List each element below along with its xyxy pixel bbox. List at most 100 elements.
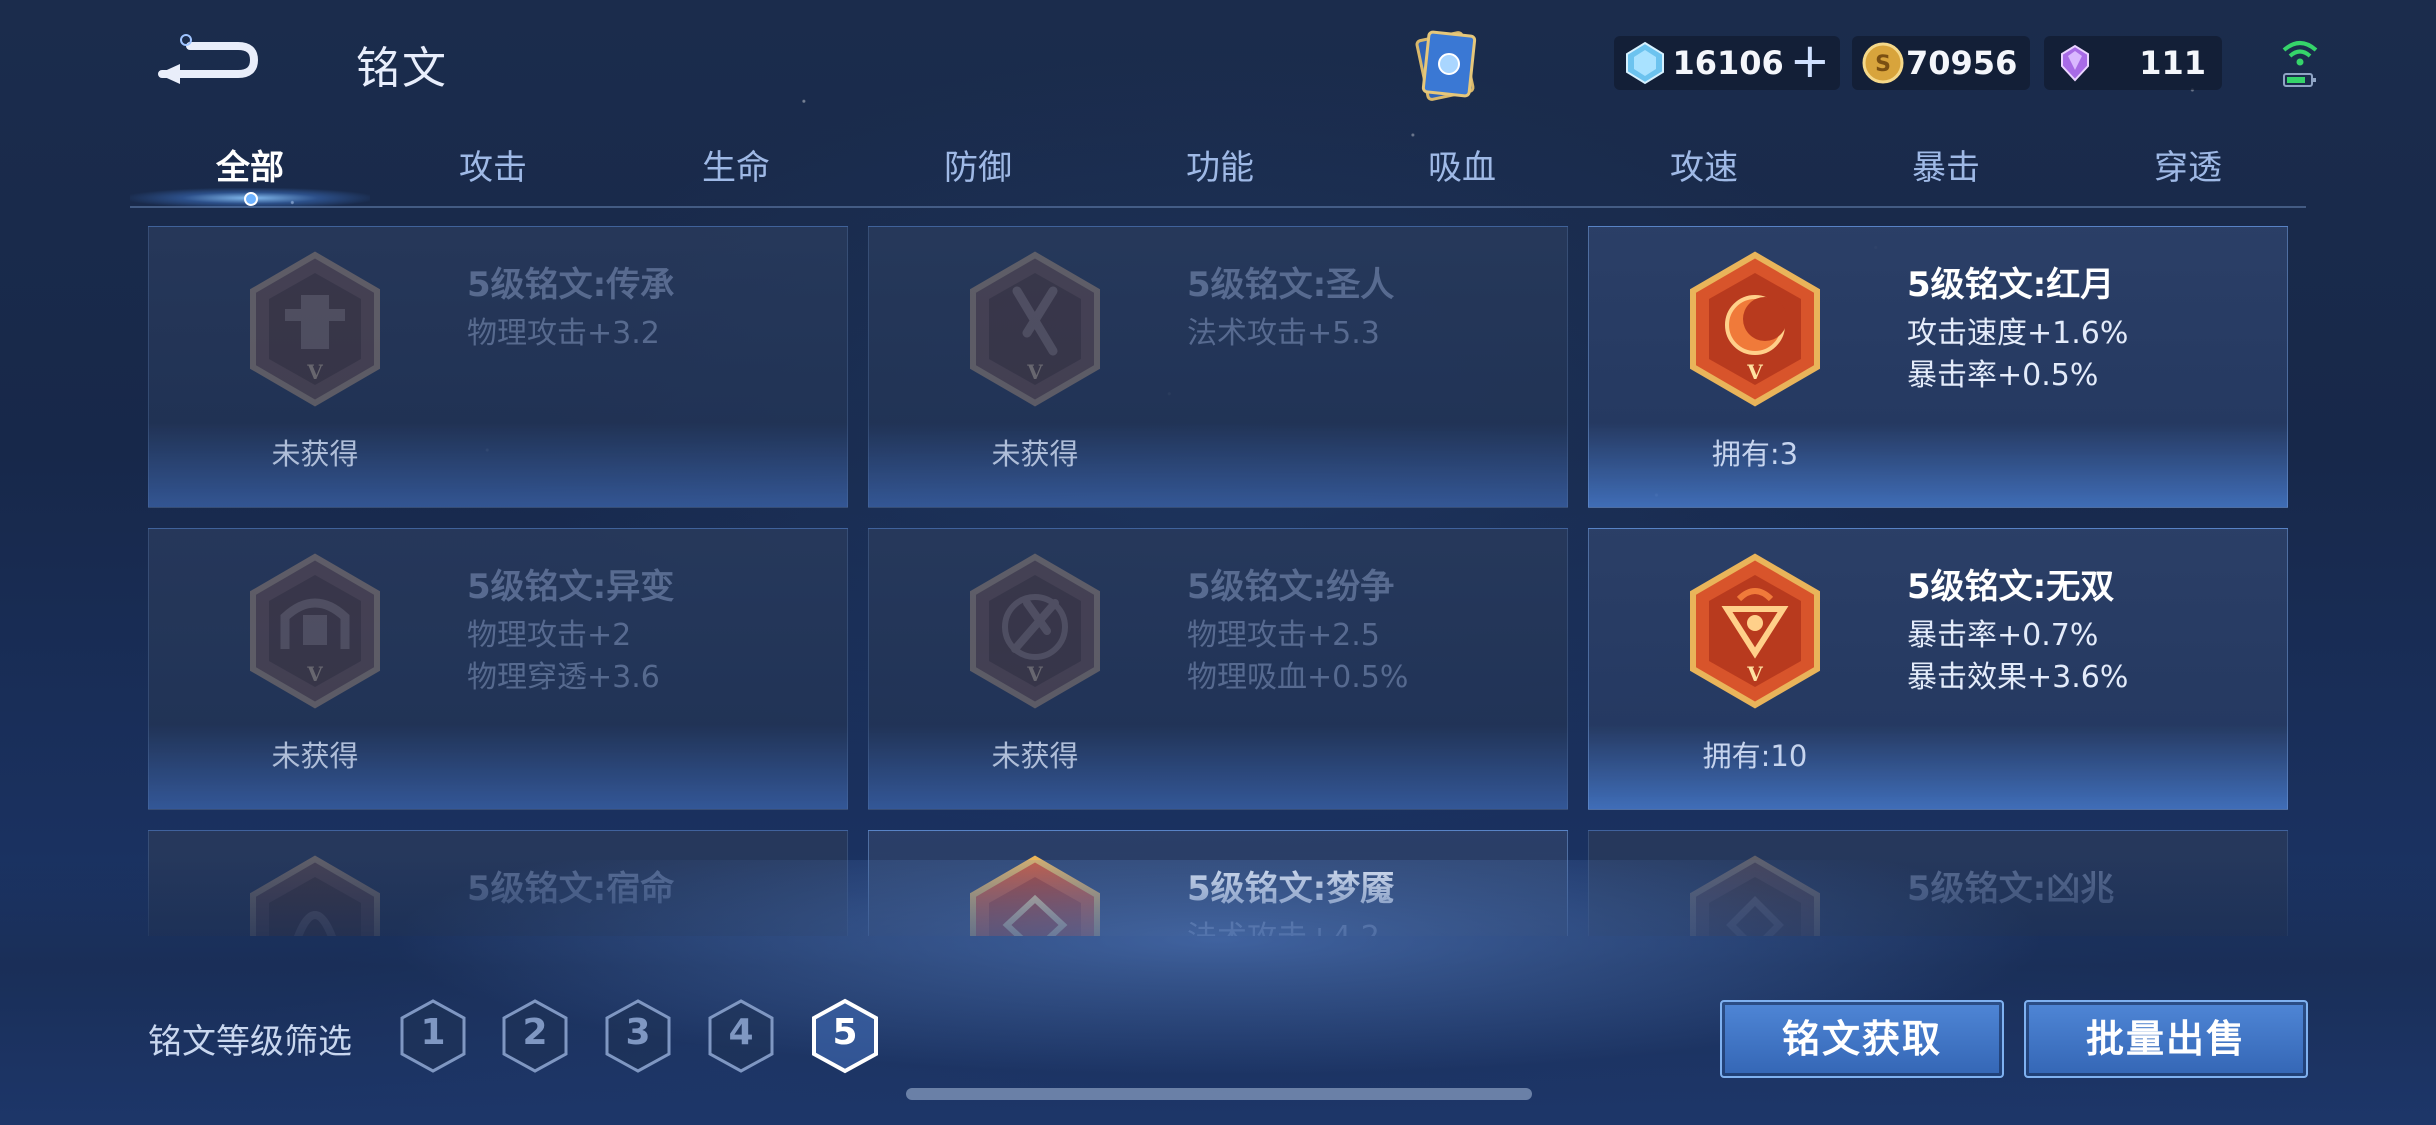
diamond-icon [1626, 41, 1664, 85]
level-filter-label: 铭文等级筛选 [148, 1022, 352, 1062]
inscription-emblem-icon [970, 855, 1100, 936]
card-name: 5级铭文:梦魇 [1187, 869, 1395, 909]
tab-health[interactable]: 生命 [636, 140, 836, 189]
inscription-grid: V 5级铭文:传承 物理攻击+3.2 未获得 V 5级铭文:圣人 法术攻击+5.… [148, 226, 2288, 936]
card-status: 未获得 [271, 437, 359, 471]
page-title: 铭文 [356, 43, 448, 94]
crystal-counter: 111 [2044, 36, 2222, 90]
card-stat: 攻击速度+1.6% [1907, 316, 2129, 351]
card-status: 未获得 [991, 739, 1079, 773]
card-name: 5级铭文:异变 [467, 567, 675, 607]
level-number: 1 [420, 1012, 446, 1053]
card-stat: 暴击效果+3.6% [1907, 660, 2129, 695]
card-name: 5级铭文:红月 [1907, 265, 2115, 305]
level-filter-1[interactable]: 1 [398, 998, 468, 1074]
card-stats: 法术攻击+4.2 [1187, 917, 1380, 936]
card-stats: 物理攻击+2.5 物理吸血+0.5% [1187, 615, 1408, 699]
back-arrow-icon [158, 34, 259, 84]
inscription-emblem-icon: V [1690, 553, 1820, 709]
tab-lifesteal[interactable]: 吸血 [1362, 140, 1562, 189]
card-name: 5级铭文:传承 [467, 265, 675, 305]
category-tabs: 全部 攻击 生命 防御 功能 吸血 攻速 暴击 穿透 [130, 130, 2306, 208]
inscription-card[interactable]: 5级铭文:宿命 [148, 830, 848, 936]
card-stat: 法术攻击+5.3 [1187, 316, 1380, 351]
inscription-card[interactable]: V 5级铭文:传承 物理攻击+3.2 未获得 [148, 226, 848, 508]
card-status: 拥有:3 [1711, 437, 1799, 471]
inscription-emblem-icon [1690, 855, 1820, 936]
tab-penetration[interactable]: 穿透 [2088, 140, 2288, 189]
level-filter-2[interactable]: 2 [500, 998, 570, 1074]
purple-gem-icon [2061, 44, 2089, 82]
inscription-card[interactable]: 5级铭文:凶兆 [1588, 830, 2288, 936]
inscription-emblem-icon: V [250, 251, 380, 407]
card-stats: 法术攻击+5.3 [1187, 313, 1380, 355]
card-name: 5级铭文:无双 [1907, 567, 2115, 607]
level-number: 5 [832, 1012, 858, 1053]
wifi-battery-icon [2282, 41, 2318, 87]
card-stats: 攻击速度+1.6% 暴击率+0.5% [1907, 313, 2128, 397]
diamond-counter: 16106 + [1614, 36, 1840, 90]
inscription-card[interactable]: V 5级铭文:无双 暴击率+0.7% 暴击效果+3.6% 拥有:10 [1588, 528, 2288, 810]
crystal-value: 111 [2139, 44, 2206, 82]
svg-text:V: V [1746, 360, 1763, 384]
tab-critical[interactable]: 暴击 [1846, 140, 2046, 189]
tab-attack-speed[interactable]: 攻速 [1604, 140, 1804, 189]
svg-text:V: V [306, 662, 323, 686]
card-stat: 物理攻击+3.2 [467, 316, 660, 351]
inscription-deck-icon[interactable] [1408, 26, 1484, 106]
svg-text:V: V [1746, 662, 1763, 686]
card-stat: 物理穿透+3.6 [467, 660, 660, 695]
svg-text:V: V [1026, 360, 1043, 384]
svg-text:S: S [1875, 52, 1891, 77]
inscription-emblem-icon: V [970, 251, 1100, 407]
card-stat: 法术攻击+4.2 [1187, 917, 1380, 936]
tab-defense[interactable]: 防御 [878, 140, 1078, 189]
card-stats: 物理攻击+2 物理穿透+3.6 [467, 615, 660, 699]
gold-coin-icon: S [1862, 42, 1904, 84]
diamond-value: 16106 [1672, 44, 1784, 82]
svg-text:V: V [1026, 662, 1043, 686]
level-filter-3[interactable]: 3 [603, 998, 673, 1074]
inscription-emblem-icon: V [1690, 251, 1820, 407]
gold-value: 70956 [1906, 44, 2018, 82]
level-number: 4 [728, 1012, 754, 1053]
gold-counter: S 70956 [1852, 36, 2030, 90]
card-status: 未获得 [271, 739, 359, 773]
inscription-card[interactable]: V 5级铭文:红月 攻击速度+1.6% 暴击率+0.5% 拥有:3 [1588, 226, 2288, 508]
card-stat: 暴击率+0.7% [1907, 618, 2099, 653]
svg-text:V: V [306, 360, 323, 384]
level-number: 3 [625, 1012, 651, 1053]
tab-all[interactable]: 全部 [150, 140, 350, 189]
inscription-emblem-icon: V [250, 553, 380, 709]
inscription-emblem-icon: V [970, 553, 1100, 709]
obtain-inscription-button[interactable]: 铭文获取 [1720, 1000, 2004, 1078]
home-indicator[interactable] [906, 1088, 1532, 1100]
inscription-card[interactable]: V 5级铭文:圣人 法术攻击+5.3 未获得 [868, 226, 1568, 508]
card-name: 5级铭文:宿命 [467, 869, 675, 909]
card-stats: 物理攻击+3.2 [467, 313, 660, 355]
inscription-card[interactable]: 5级铭文:梦魇 法术攻击+4.2 [868, 830, 1568, 936]
inscription-card[interactable]: V 5级铭文:纷争 物理攻击+2.5 物理吸血+0.5% 未获得 [868, 528, 1568, 810]
inscription-card[interactable]: V 5级铭文:异变 物理攻击+2 物理穿透+3.6 未获得 [148, 528, 848, 810]
card-status: 未获得 [991, 437, 1079, 471]
add-diamond-button[interactable]: + [1790, 37, 1830, 85]
card-name: 5级铭文:凶兆 [1907, 869, 2115, 909]
card-name: 5级铭文:纷争 [1187, 567, 1395, 607]
tab-attack[interactable]: 攻击 [393, 140, 593, 189]
tab-utility[interactable]: 功能 [1120, 140, 1320, 189]
active-tab-indicator [130, 188, 370, 208]
card-stats: 暴击率+0.7% 暴击效果+3.6% [1907, 615, 2128, 699]
inscription-screen: 铭文 16106 + S 70956 111 全部 攻击 生命 防御 功能 吸血… [0, 0, 2436, 1125]
card-stat: 物理攻击+2 [467, 618, 632, 653]
card-status: 拥有:10 [1702, 739, 1808, 773]
card-stat: 暴击率+0.5% [1907, 358, 2099, 393]
inscription-emblem-icon [250, 855, 380, 936]
card-name: 5级铭文:圣人 [1187, 265, 1395, 305]
card-stat: 物理攻击+2.5 [1187, 618, 1380, 653]
back-button[interactable] [150, 30, 260, 90]
level-number: 2 [522, 1012, 548, 1053]
level-filter-5[interactable]: 5 [810, 998, 880, 1074]
bulk-sell-button[interactable]: 批量出售 [2024, 1000, 2308, 1078]
level-filter-4[interactable]: 4 [706, 998, 776, 1074]
card-stat: 物理吸血+0.5% [1187, 660, 1409, 695]
